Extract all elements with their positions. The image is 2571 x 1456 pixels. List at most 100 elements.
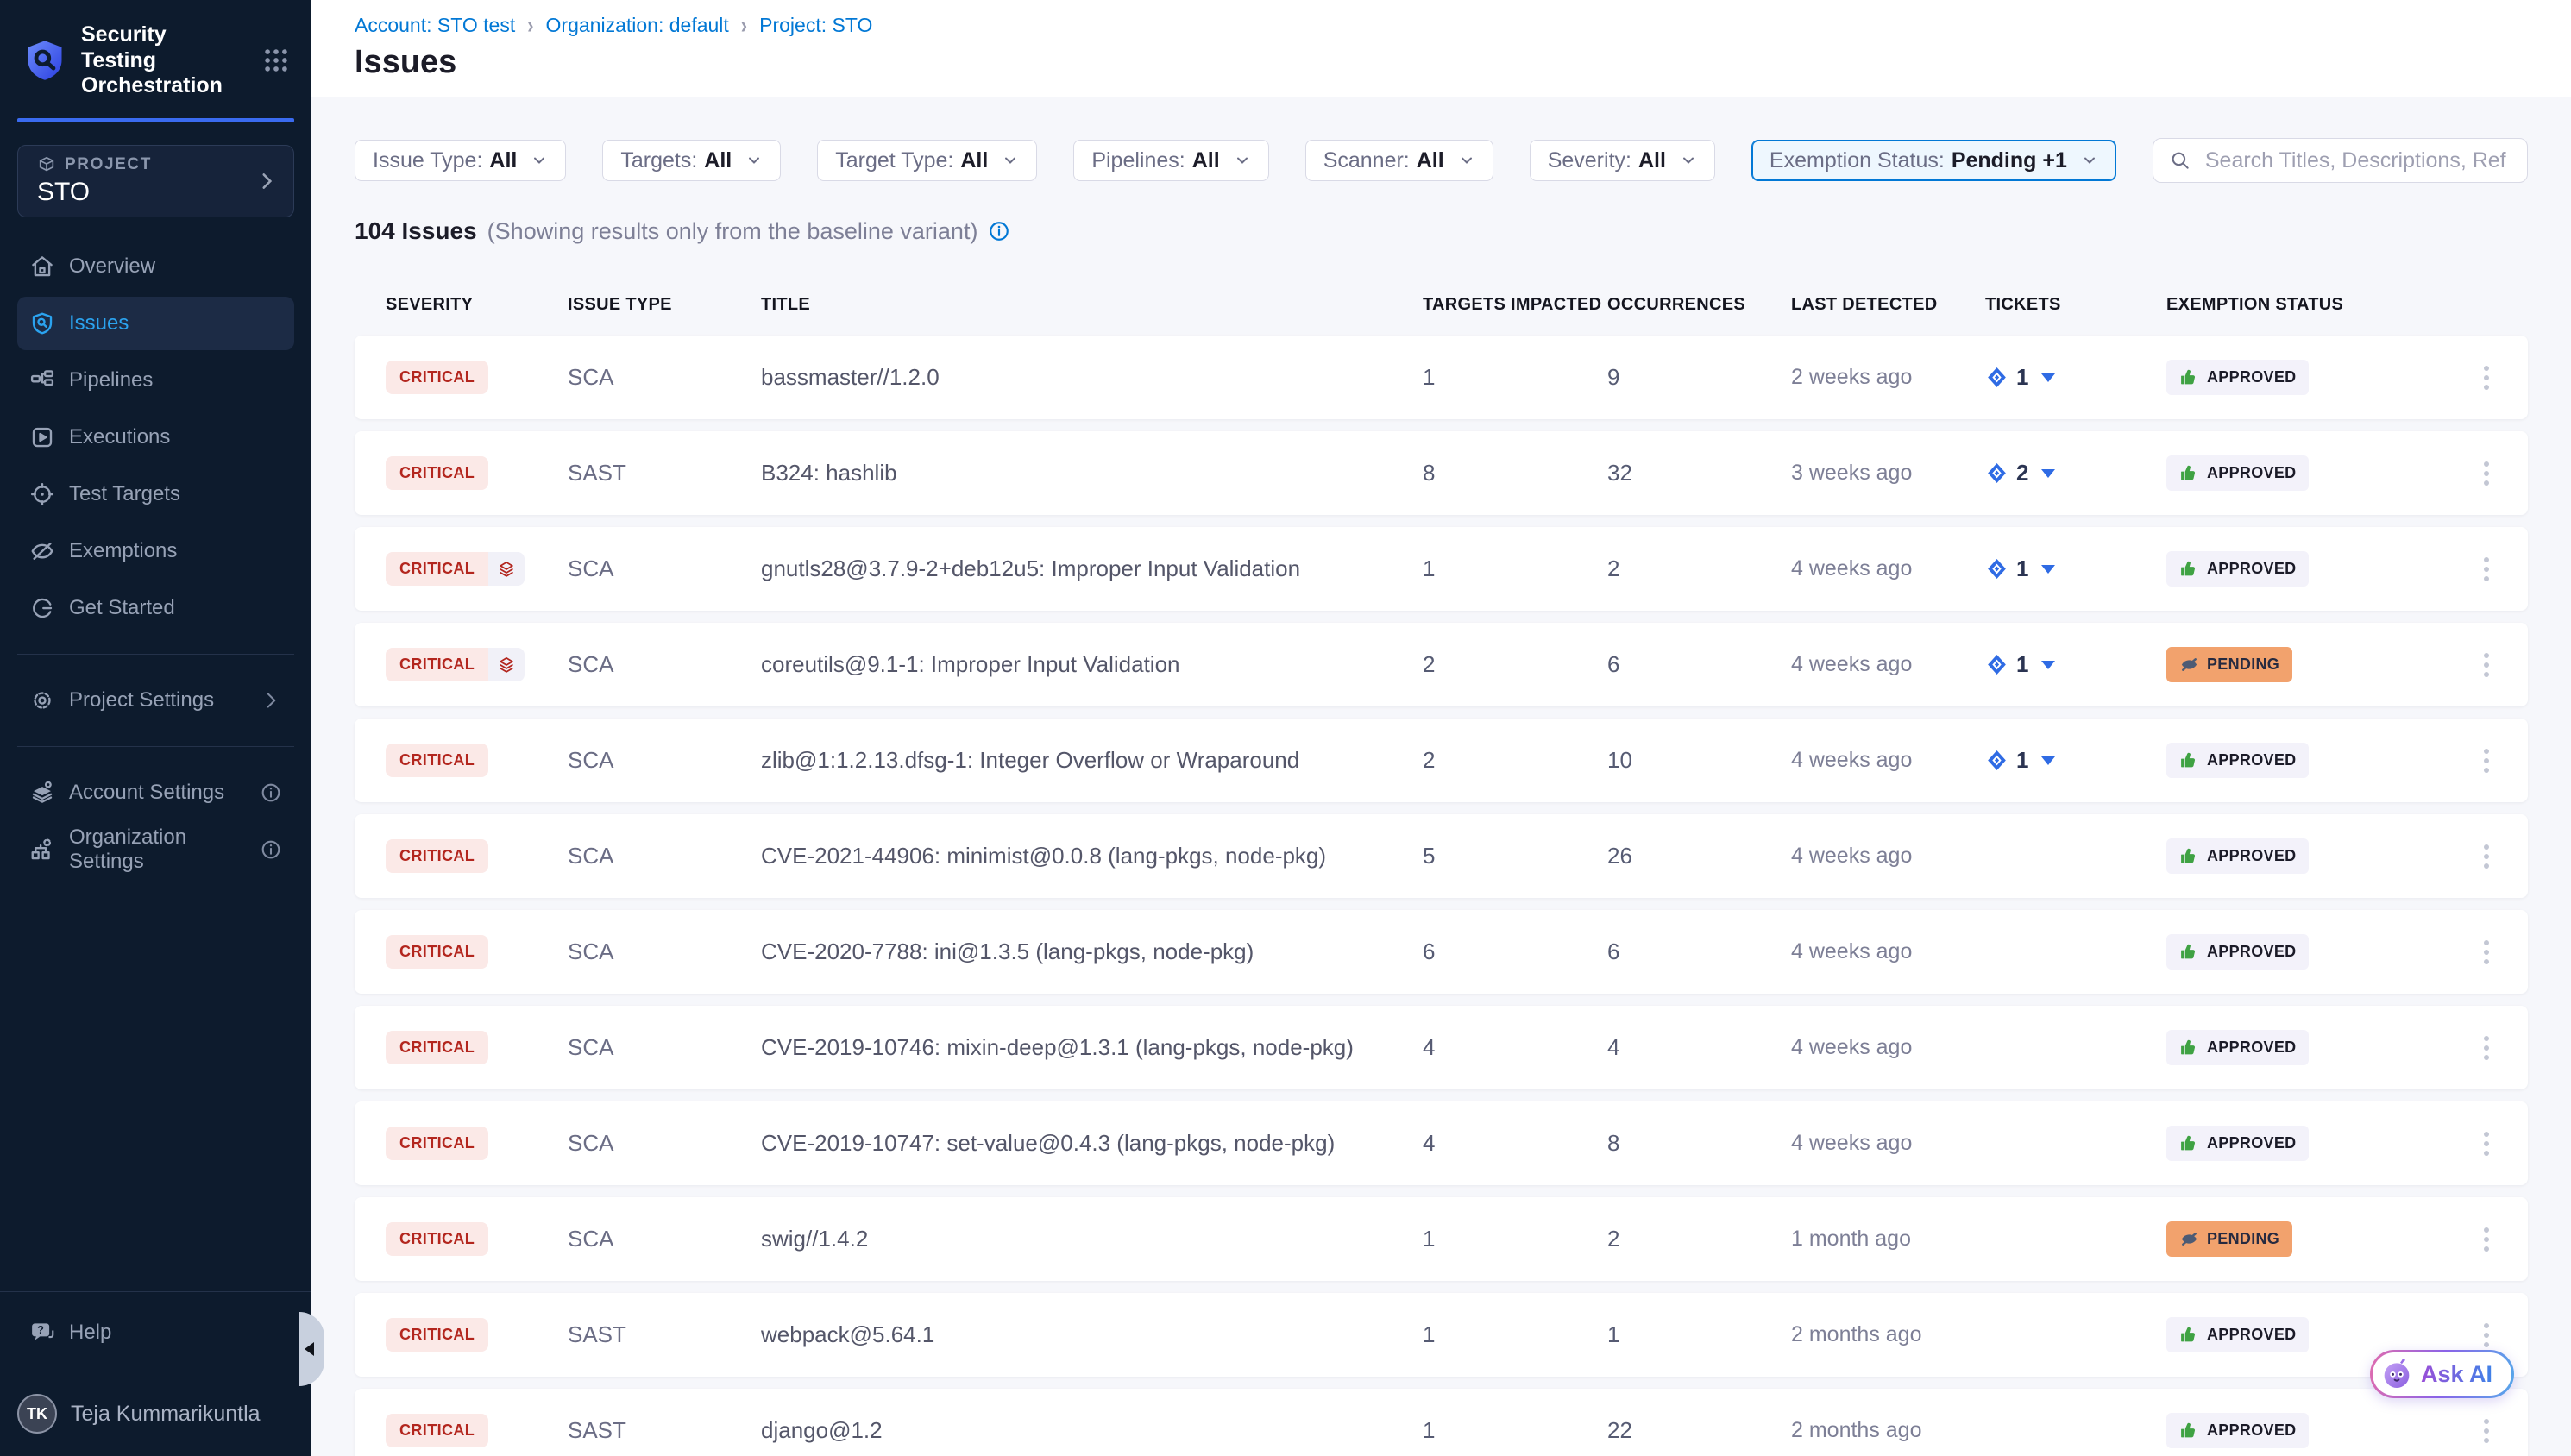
exemption-status-badge: APPROVED (2166, 1413, 2309, 1448)
filter-target-type[interactable]: Target Type: All (817, 140, 1037, 181)
issue-title-cell[interactable]: CVE-2021-44906: minimist@0.0.8 (lang-pkg… (761, 843, 1423, 869)
row-menu-kebab-icon[interactable] (2458, 1031, 2514, 1065)
table-row[interactable]: CRITICAL SCA CVE-2021-44906: minimist@0.… (355, 814, 2528, 898)
sidebar-bottom: ? Help TK Teja Kummarikuntla (0, 1291, 311, 1456)
chevron-down-icon (1458, 152, 1475, 169)
eye-off-icon (29, 538, 55, 564)
sidebar-item-executions[interactable]: Executions (17, 411, 294, 464)
ticket-cell[interactable]: 1 (1985, 555, 2166, 582)
row-menu-kebab-icon[interactable] (2458, 648, 2514, 682)
issue-title-cell[interactable]: gnutls28@3.7.9-2+deb12u5: Improper Input… (761, 555, 1423, 582)
sidebar-item-test-targets[interactable]: Test Targets (17, 468, 294, 521)
table-row[interactable]: CRITICAL SCA swig//1.4.2 1 2 1 month ago… (355, 1197, 2528, 1281)
severity-badge: CRITICAL (386, 552, 488, 586)
exemption-status-badge: APPROVED (2166, 934, 2309, 970)
sidebar-item-organization-settings[interactable]: Organization Settings (17, 823, 294, 876)
table-row[interactable]: CRITICAL SCA CVE-2020-7788: ini@1.3.5 (l… (355, 910, 2528, 994)
sidebar-item-account-settings[interactable]: Account Settings (17, 766, 294, 819)
row-menu-kebab-icon[interactable] (2458, 935, 2514, 970)
issue-title-cell[interactable]: webpack@5.64.1 (761, 1321, 1423, 1348)
filter-scanner[interactable]: Scanner: All (1305, 140, 1493, 181)
filter-issue-type[interactable]: Issue Type: All (355, 140, 566, 181)
table-row[interactable]: CRITICAL SCA zlib@1:1.2.13.dfsg-1: Integ… (355, 719, 2528, 802)
project-label: PROJECT (65, 155, 152, 174)
sidebar-item-help[interactable]: ? Help (17, 1306, 294, 1359)
row-menu-kebab-icon[interactable] (2458, 456, 2514, 491)
last-detected-cell: 4 weeks ago (1791, 748, 1985, 773)
row-menu-kebab-icon[interactable] (2458, 1222, 2514, 1257)
ticket-cell[interactable]: 1 (1985, 364, 2166, 391)
jira-icon (1985, 749, 2008, 772)
chevron-down-icon (1234, 152, 1251, 169)
row-menu-kebab-icon[interactable] (2458, 744, 2514, 778)
issue-title-cell[interactable]: swig//1.4.2 (761, 1226, 1423, 1252)
breadcrumb-link[interactable]: Project: STO (759, 14, 872, 37)
eye-off-icon (2179, 655, 2199, 675)
exemption-status-badge: APPROVED (2166, 1126, 2309, 1161)
module-grid-icon[interactable] (261, 46, 291, 75)
sidebar-item-exemptions[interactable]: Exemptions (17, 524, 294, 578)
sidebar-item-pipelines[interactable]: Pipelines (17, 354, 294, 407)
issue-title-cell[interactable]: django@1.2 (761, 1417, 1423, 1444)
target-icon (29, 481, 55, 507)
issue-title-cell[interactable]: B324: hashlib (761, 460, 1423, 486)
issue-type-cell: SAST (568, 1417, 761, 1444)
table-row[interactable]: CRITICAL SAST webpack@5.64.1 1 1 2 month… (355, 1293, 2528, 1377)
breadcrumb-link[interactable]: Organization: default (546, 14, 729, 37)
project-selector[interactable]: PROJECT STO (17, 145, 294, 217)
ask-ai-button[interactable]: Ask AI (2370, 1350, 2514, 1398)
exemption-status-badge: APPROVED (2166, 838, 2309, 874)
issue-title-cell[interactable]: coreutils@9.1-1: Improper Input Validati… (761, 651, 1423, 678)
row-menu-kebab-icon[interactable] (2458, 361, 2514, 395)
org-gear-icon (29, 837, 55, 863)
row-menu-kebab-icon[interactable] (2458, 552, 2514, 587)
divider (17, 654, 294, 655)
last-detected-cell: 4 weeks ago (1791, 939, 1985, 964)
thumbs-up-icon (2179, 942, 2199, 962)
issue-title-cell[interactable]: zlib@1:1.2.13.dfsg-1: Integer Overflow o… (761, 747, 1423, 774)
sidebar-item-get-started[interactable]: Get Started (17, 581, 294, 635)
table-row[interactable]: CRITICAL SCA CVE-2019-10746: mixin-deep@… (355, 1006, 2528, 1089)
ticket-cell[interactable]: 1 (1985, 651, 2166, 678)
app-logo-shield-search-icon (22, 38, 67, 83)
occurrences-cell: 26 (1607, 843, 1791, 869)
issue-title-cell[interactable]: CVE-2019-10747: set-value@0.4.3 (lang-pk… (761, 1130, 1423, 1157)
issue-title-cell[interactable]: CVE-2020-7788: ini@1.3.5 (lang-pkgs, nod… (761, 938, 1423, 965)
info-icon (260, 838, 282, 861)
info-icon[interactable] (988, 220, 1010, 242)
table-row[interactable]: CRITICAL SAST django@1.2 1 22 2 months a… (355, 1389, 2528, 1456)
table-row[interactable]: CRITICAL SCA coreutils@9.1-1: Improper I… (355, 623, 2528, 706)
severity-badge: CRITICAL (386, 1031, 488, 1064)
filter-exemption-status[interactable]: Exemption Status: Pending +1 (1751, 140, 2116, 181)
row-menu-kebab-icon[interactable] (2458, 839, 2514, 874)
ticket-cell[interactable]: 2 (1985, 460, 2166, 486)
last-detected-cell: 2 months ago (1791, 1322, 1985, 1347)
filter-pipelines[interactable]: Pipelines: All (1073, 140, 1268, 181)
table-row[interactable]: CRITICAL SCA CVE-2019-10747: set-value@0… (355, 1101, 2528, 1185)
svg-text:?: ? (37, 1324, 44, 1336)
thumbs-up-icon (2179, 750, 2199, 770)
filter-severity[interactable]: Severity: All (1530, 140, 1715, 181)
row-menu-kebab-icon[interactable] (2458, 1127, 2514, 1161)
sidebar-item-issues[interactable]: Issues (17, 297, 294, 350)
filter-targets[interactable]: Targets: All (602, 140, 781, 181)
sidebar-item-overview[interactable]: Overview (17, 240, 294, 293)
exemption-status-badge: APPROVED (2166, 1030, 2309, 1065)
search-input[interactable] (2203, 147, 2511, 174)
issues-summary: 104 Issues (Showing results only from th… (355, 217, 2528, 245)
user-menu[interactable]: TK Teja Kummarikuntla (17, 1394, 294, 1434)
table-row[interactable]: CRITICAL SAST B324: hashlib 8 32 3 weeks… (355, 431, 2528, 515)
breadcrumb-link[interactable]: Account: STO test (355, 14, 515, 37)
issue-title-cell[interactable]: bassmaster//1.2.0 (761, 364, 1423, 391)
row-menu-kebab-icon[interactable] (2458, 1318, 2514, 1352)
severity-badge: CRITICAL (386, 1318, 488, 1352)
table-row[interactable]: CRITICAL SCA bassmaster//1.2.0 1 9 2 wee… (355, 336, 2528, 419)
occurrences-cell: 9 (1607, 364, 1791, 391)
row-menu-kebab-icon[interactable] (2458, 1414, 2514, 1448)
ticket-cell[interactable]: 1 (1985, 747, 2166, 774)
sidebar-item-project-settings[interactable]: Project Settings (17, 674, 294, 727)
severity-badge: CRITICAL (386, 1414, 488, 1447)
issue-title-cell[interactable]: CVE-2019-10746: mixin-deep@1.3.1 (lang-p… (761, 1034, 1423, 1061)
table-row[interactable]: CRITICAL SCA gnutls28@3.7.9-2+deb12u5: I… (355, 527, 2528, 611)
issue-type-cell: SCA (568, 843, 761, 869)
